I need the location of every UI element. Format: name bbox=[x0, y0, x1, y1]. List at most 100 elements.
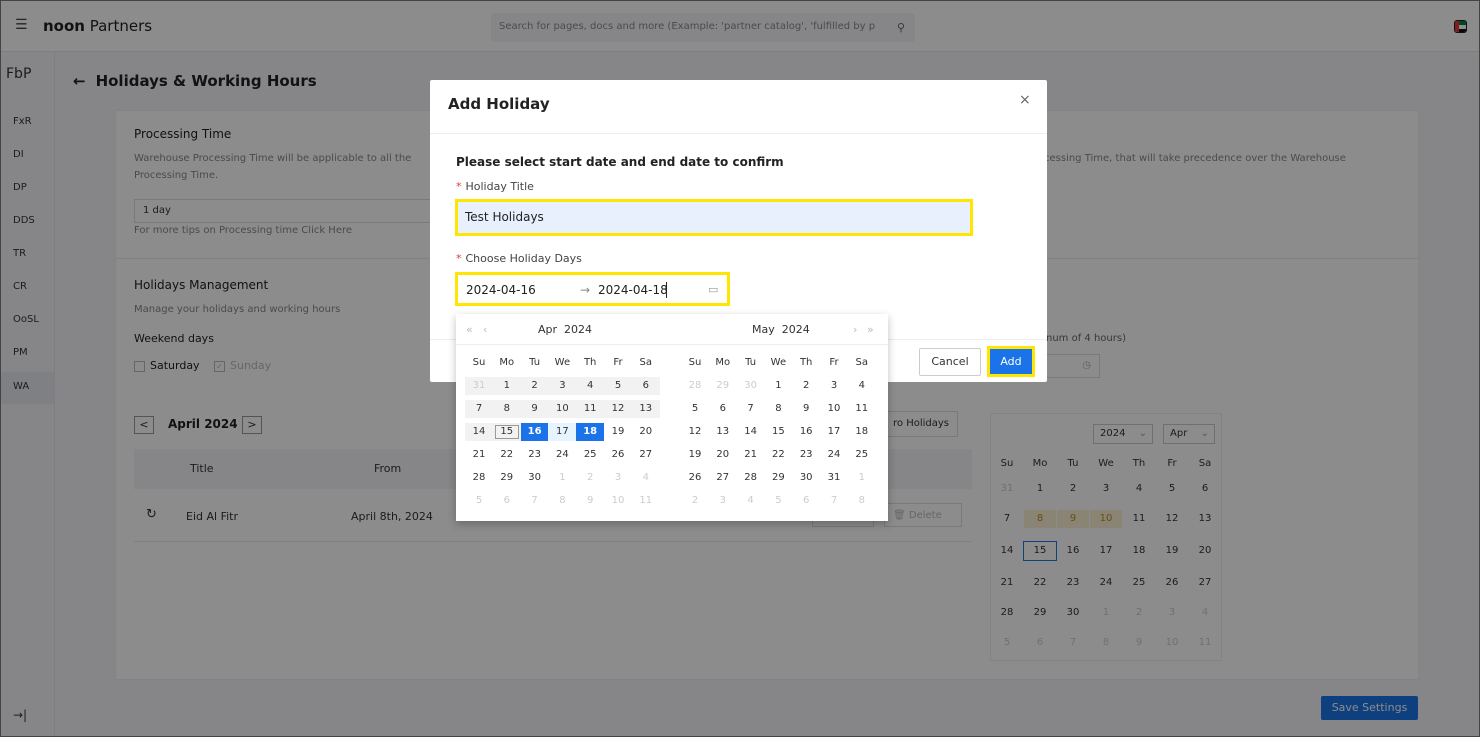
end-date-input[interactable]: 2024-04-18 bbox=[598, 283, 668, 297]
picker-day[interactable]: 13 bbox=[709, 423, 737, 441]
picker-day[interactable]: 17 bbox=[548, 423, 577, 441]
picker-day[interactable]: 27 bbox=[709, 469, 737, 487]
picker-day[interactable]: 14 bbox=[465, 423, 493, 441]
picker-day[interactable]: 2 bbox=[576, 469, 604, 487]
picker-day[interactable]: 11 bbox=[576, 400, 605, 418]
picker-day[interactable]: 5 bbox=[465, 492, 493, 510]
picker-day[interactable]: 4 bbox=[848, 377, 876, 395]
picker-day[interactable]: 30 bbox=[792, 469, 820, 487]
picker-day[interactable]: 27 bbox=[632, 446, 660, 464]
picker-weekday-header: Tu bbox=[745, 357, 757, 368]
picker-day[interactable]: 20 bbox=[632, 423, 660, 441]
picker-day[interactable]: 15 bbox=[764, 423, 792, 441]
picker-day[interactable]: 1 bbox=[492, 377, 521, 395]
picker-day[interactable]: 11 bbox=[848, 400, 876, 418]
picker-day[interactable]: 30 bbox=[521, 469, 549, 487]
picker-day[interactable]: 9 bbox=[792, 400, 820, 418]
picker-day[interactable]: 3 bbox=[820, 377, 848, 395]
start-date-input[interactable]: 2024-04-16 bbox=[466, 283, 536, 297]
prev-month-icon[interactable]: ‹ bbox=[483, 323, 487, 336]
picker-day[interactable]: 5 bbox=[604, 377, 632, 395]
picker-day[interactable]: 9 bbox=[520, 400, 549, 418]
picker-day[interactable]: 18 bbox=[848, 423, 876, 441]
picker-day[interactable]: 8 bbox=[548, 492, 576, 510]
next-year-icon[interactable]: » bbox=[867, 323, 874, 336]
picker-day[interactable]: 26 bbox=[604, 446, 632, 464]
add-button[interactable]: Add bbox=[987, 346, 1035, 377]
picker-day[interactable]: 16 bbox=[792, 423, 820, 441]
prev-year-icon[interactable]: « bbox=[466, 323, 473, 336]
picker-day[interactable]: 17 bbox=[820, 423, 848, 441]
picker-day[interactable]: 5 bbox=[764, 492, 792, 510]
picker-day[interactable]: 8 bbox=[848, 492, 876, 510]
picker-weekday-header: Mo bbox=[499, 357, 515, 368]
right-month-label[interactable]: May 2024 bbox=[752, 323, 810, 336]
picker-day[interactable]: 18 bbox=[576, 423, 605, 441]
cancel-button[interactable]: Cancel bbox=[919, 348, 981, 376]
picker-day[interactable]: 1 bbox=[848, 469, 876, 487]
picker-day[interactable]: 5 bbox=[681, 400, 709, 418]
picker-day[interactable]: 11 bbox=[632, 492, 660, 510]
picker-day[interactable]: 26 bbox=[681, 469, 709, 487]
picker-day[interactable]: 8 bbox=[492, 400, 521, 418]
holiday-title-input[interactable]: Test Holidays bbox=[455, 199, 973, 236]
picker-day[interactable]: 21 bbox=[737, 446, 765, 464]
picker-day[interactable]: 4 bbox=[576, 377, 605, 395]
picker-day[interactable]: 4 bbox=[737, 492, 765, 510]
picker-day[interactable]: 28 bbox=[681, 377, 709, 395]
picker-day[interactable]: 6 bbox=[709, 400, 737, 418]
picker-day[interactable]: 12 bbox=[604, 400, 632, 418]
picker-day[interactable]: 7 bbox=[820, 492, 848, 510]
picker-day[interactable]: 6 bbox=[792, 492, 820, 510]
next-month-icon[interactable]: › bbox=[853, 323, 857, 336]
picker-day[interactable]: 12 bbox=[681, 423, 709, 441]
picker-day[interactable]: 31 bbox=[465, 377, 493, 395]
picker-day[interactable]: 16 bbox=[520, 423, 549, 441]
picker-day[interactable]: 25 bbox=[848, 446, 876, 464]
picker-day[interactable]: 2 bbox=[681, 492, 709, 510]
picker-day[interactable]: 9 bbox=[576, 492, 604, 510]
picker-day[interactable]: 7 bbox=[521, 492, 549, 510]
picker-day[interactable]: 19 bbox=[604, 423, 632, 441]
close-icon[interactable]: × bbox=[1019, 92, 1031, 108]
picker-day[interactable]: 2 bbox=[520, 377, 549, 395]
modal-title: Add Holiday bbox=[448, 95, 550, 113]
left-month-label[interactable]: Apr 2024 bbox=[538, 323, 592, 336]
picker-day[interactable]: 20 bbox=[709, 446, 737, 464]
picker-day[interactable]: 15 bbox=[492, 423, 521, 441]
picker-day[interactable]: 3 bbox=[709, 492, 737, 510]
date-range-input[interactable]: 2024-04-16 → 2024-04-18 ▭ bbox=[455, 272, 730, 306]
picker-day[interactable]: 24 bbox=[548, 446, 576, 464]
picker-day[interactable]: 29 bbox=[493, 469, 521, 487]
picker-day[interactable]: 22 bbox=[764, 446, 792, 464]
picker-day[interactable]: 23 bbox=[792, 446, 820, 464]
picker-day[interactable]: 19 bbox=[681, 446, 709, 464]
picker-day[interactable]: 2 bbox=[792, 377, 820, 395]
picker-day[interactable]: 10 bbox=[604, 492, 632, 510]
picker-day[interactable]: 7 bbox=[465, 400, 493, 418]
picker-day[interactable]: 22 bbox=[493, 446, 521, 464]
picker-day[interactable]: 6 bbox=[631, 377, 660, 395]
picker-day[interactable]: 29 bbox=[764, 469, 792, 487]
picker-day[interactable]: 4 bbox=[632, 469, 660, 487]
picker-day[interactable]: 8 bbox=[764, 400, 792, 418]
picker-day[interactable]: 28 bbox=[465, 469, 493, 487]
picker-day[interactable]: 21 bbox=[465, 446, 493, 464]
picker-day[interactable]: 6 bbox=[493, 492, 521, 510]
picker-day[interactable]: 3 bbox=[604, 469, 632, 487]
picker-day[interactable]: 10 bbox=[820, 400, 848, 418]
picker-day[interactable]: 10 bbox=[548, 400, 577, 418]
picker-day[interactable]: 31 bbox=[820, 469, 848, 487]
picker-day[interactable]: 30 bbox=[737, 377, 765, 395]
picker-day[interactable]: 29 bbox=[709, 377, 737, 395]
picker-day[interactable]: 23 bbox=[521, 446, 549, 464]
picker-day[interactable]: 3 bbox=[548, 377, 577, 395]
picker-day[interactable]: 25 bbox=[576, 446, 604, 464]
picker-day[interactable]: 1 bbox=[764, 377, 792, 395]
picker-day[interactable]: 13 bbox=[631, 400, 660, 418]
picker-day[interactable]: 1 bbox=[548, 469, 576, 487]
picker-day[interactable]: 7 bbox=[737, 400, 765, 418]
picker-day[interactable]: 24 bbox=[820, 446, 848, 464]
picker-day[interactable]: 14 bbox=[737, 423, 765, 441]
picker-day[interactable]: 28 bbox=[737, 469, 765, 487]
